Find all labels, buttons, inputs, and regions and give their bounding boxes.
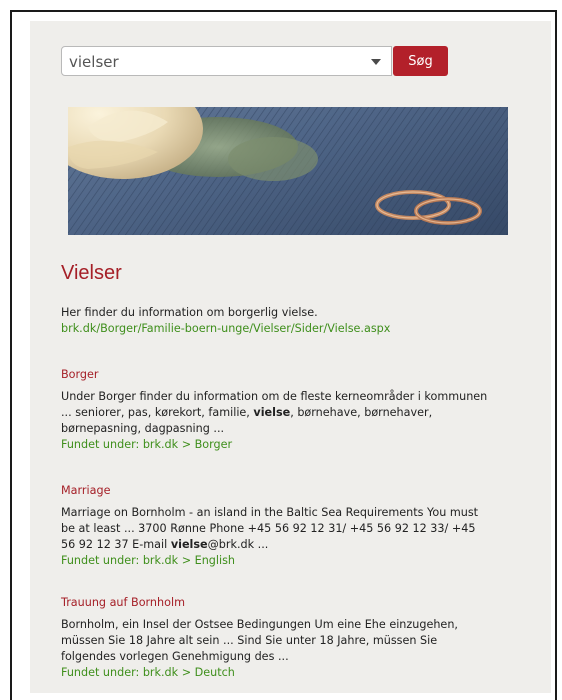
snippet-line: 56 92 12 37 E-mail vielse@brk.dk ...: [61, 538, 269, 551]
result-snippet: Under Borger finder du information om de…: [61, 389, 521, 437]
snippet-line: müssen Sie 18 Jahre alt sein ... Sind Si…: [61, 634, 438, 647]
search-result: Borger Under Borger finder du information…: [61, 367, 521, 453]
search-bar: Søg: [61, 46, 448, 78]
content-panel: Søg: [30, 21, 551, 693]
result-snippet: Bornholm, ein Insel der Ostsee Bedingung…: [61, 617, 521, 665]
found-under-link[interactable]: Fundet under: brk.dk > Deutch: [61, 665, 521, 681]
result-snippet: Marriage on Bornholm - an island in the …: [61, 505, 521, 553]
result-title-link[interactable]: Borger: [61, 367, 521, 383]
intro-section: Her finder du information om borgerlig v…: [61, 305, 390, 337]
highlighted-term: vielse: [170, 538, 208, 551]
banner-image: [68, 107, 508, 235]
snippet-line: be at least ... 3700 Rønne Phone +45 56 …: [61, 522, 476, 535]
search-button[interactable]: Søg: [393, 46, 448, 76]
search-input[interactable]: [69, 51, 359, 73]
snippet-line: Bornholm, ein Insel der Ostsee Bedingung…: [61, 618, 458, 631]
wedding-rings-image: [68, 107, 508, 235]
snippet-line: folgendes vorlegen Genehmigung des ...: [61, 650, 289, 663]
search-box[interactable]: [61, 46, 392, 76]
intro-text: Her finder du information om borgerlig v…: [61, 306, 318, 319]
snippet-line: Under Borger finder du information om de…: [61, 390, 488, 403]
search-result: Trauung auf Bornholm Bornholm, ein Insel …: [61, 595, 521, 681]
found-under-link[interactable]: Fundet under: brk.dk > English: [61, 553, 521, 569]
chevron-down-icon[interactable]: [371, 59, 381, 65]
result-title-link[interactable]: Trauung auf Bornholm: [61, 595, 521, 611]
search-result: Marriage Marriage on Bornholm - an island…: [61, 483, 521, 569]
result-title-link[interactable]: Marriage: [61, 483, 521, 499]
intro-link[interactable]: brk.dk/Borger/Familie-boern-unge/Vielser…: [61, 321, 390, 337]
snippet-line: børnepasning, dagpasning ...: [61, 422, 225, 435]
page-title: Vielser: [61, 262, 122, 284]
found-under-link[interactable]: Fundet under: brk.dk > Borger: [61, 437, 521, 453]
snippet-line: ... seniorer, pas, kørekort, familie, vi…: [61, 406, 433, 419]
highlighted-term: vielse: [253, 406, 291, 419]
snippet-line: Marriage on Bornholm - an island in the …: [61, 506, 479, 519]
